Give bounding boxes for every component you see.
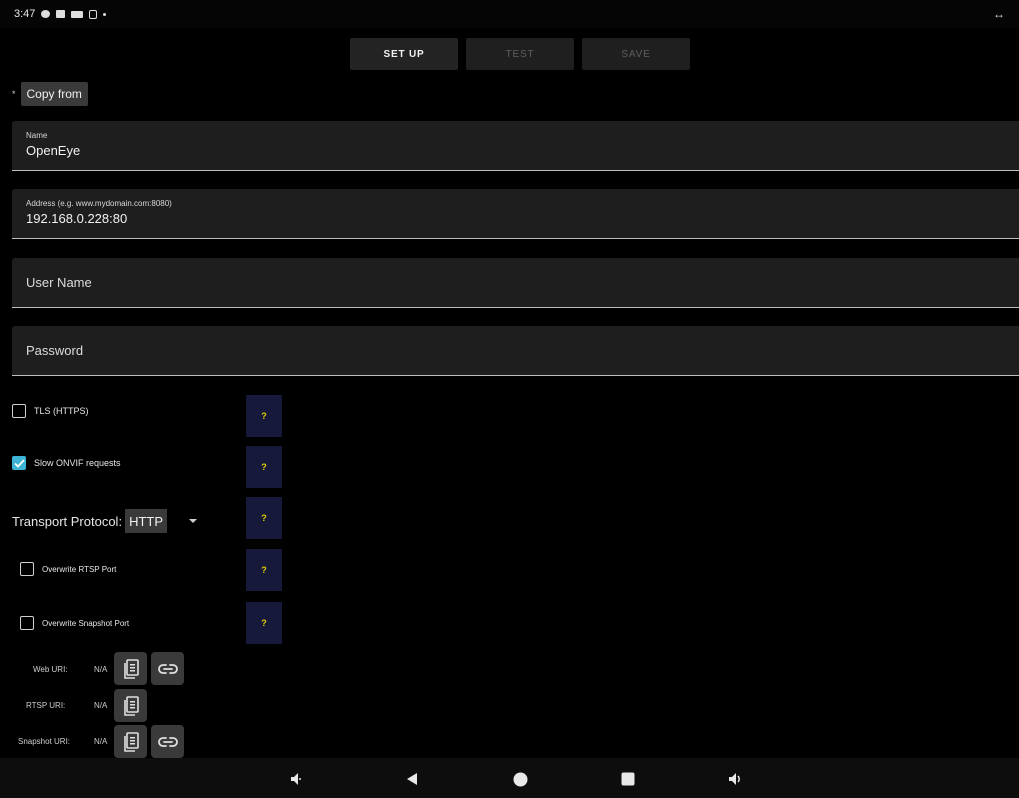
overwrite-snapshot-checkbox[interactable] [20,616,34,630]
status-time: 3:47 [14,8,36,20]
name-field-label: Name [26,131,48,140]
copy-icon [123,658,139,679]
snapshot-uri-copy-button[interactable] [114,725,147,758]
password-field-placeholder[interactable]: Password [26,336,1005,358]
overwrite-rtsp-checkbox[interactable] [20,562,34,576]
address-field-label: Address (e.g. www.mydomain.com:8080) [26,199,172,208]
status-bar: 3:47 ↔ [0,0,1019,28]
volume-up-icon[interactable] [727,770,745,788]
more-notifications-icon [103,12,107,16]
transport-help-button[interactable]: ? [246,497,282,539]
tls-label: TLS (HTTPS) [34,406,89,416]
chevron-down-icon[interactable] [189,519,198,523]
password-field[interactable]: Password [12,326,1019,376]
rtsp-uri-value: N/A [94,701,108,710]
copy-icon [123,731,139,752]
rtsp-uri-label: RTSP URI: [26,701,66,710]
slow-onvif-help-button[interactable]: ? [246,446,282,488]
address-field-value[interactable]: 192.168.0.228:80 [26,211,1005,226]
snapshot-uri-link-button[interactable] [151,725,184,758]
settings-icon [41,10,51,18]
slow-onvif-label: Slow ONVIF requests [34,458,121,468]
test-button[interactable]: TEST [466,38,574,70]
link-icon [157,663,178,674]
copy-icon [123,695,139,716]
web-uri-label: Web URI: [33,665,68,674]
keyboard-icon [71,10,84,18]
transport-protocol-row: Transport Protocol: HTTP [12,509,198,533]
rtsp-uri-copy-button[interactable] [114,689,147,722]
overwrite-snapshot-help-button[interactable]: ? [246,602,282,644]
overwrite-rtsp-help-button[interactable]: ? [246,549,282,591]
recents-icon[interactable] [619,770,637,788]
copy-from-marker: * [12,89,16,99]
snapshot-uri-value: N/A [94,737,108,746]
web-uri-link-button[interactable] [151,652,184,685]
address-field[interactable]: Address (e.g. www.mydomain.com:8080) 192… [12,189,1019,239]
tls-help-button[interactable]: ? [246,395,282,437]
setup-button[interactable]: SET UP [350,38,458,70]
navigation-bar [0,758,1019,798]
back-icon[interactable] [403,770,421,788]
overwrite-snapshot-label: Overwrite Snapshot Port [42,618,130,628]
transport-protocol-label: Transport Protocol: [12,513,123,529]
web-uri-value: N/A [94,665,108,674]
snapshot-uri-label: Snapshot URI: [18,737,71,746]
web-uri-copy-button[interactable] [114,652,147,685]
notification-icon [56,10,66,18]
sim-icon [89,9,98,19]
overwrite-snapshot-option[interactable]: Overwrite Snapshot Port [20,616,129,630]
home-icon[interactable] [511,770,529,788]
save-button[interactable]: SAVE [582,38,690,70]
overwrite-rtsp-option[interactable]: Overwrite RTSP Port [20,562,116,576]
link-icon [157,736,178,747]
volume-down-icon[interactable] [287,770,305,788]
slow-onvif-option[interactable]: Slow ONVIF requests [12,456,121,470]
action-bar: SET UP TEST SAVE [350,38,690,70]
rotate-indicator: ↔ [993,7,1005,21]
name-field-value[interactable]: OpenEye [26,143,1005,158]
copy-from-button[interactable]: Copy from [20,82,88,106]
slow-onvif-checkbox[interactable] [12,456,26,470]
overwrite-rtsp-label: Overwrite RTSP Port [42,564,117,574]
copy-from-row: * Copy from [12,82,88,106]
username-field[interactable]: User Name [12,258,1019,308]
checkmark-icon [13,458,25,468]
username-field-placeholder[interactable]: User Name [26,268,1005,290]
tls-checkbox[interactable] [12,404,26,418]
tls-option[interactable]: TLS (HTTPS) [12,404,89,418]
transport-protocol-select[interactable]: HTTP [125,509,168,533]
name-field[interactable]: Name OpenEye [12,121,1019,171]
